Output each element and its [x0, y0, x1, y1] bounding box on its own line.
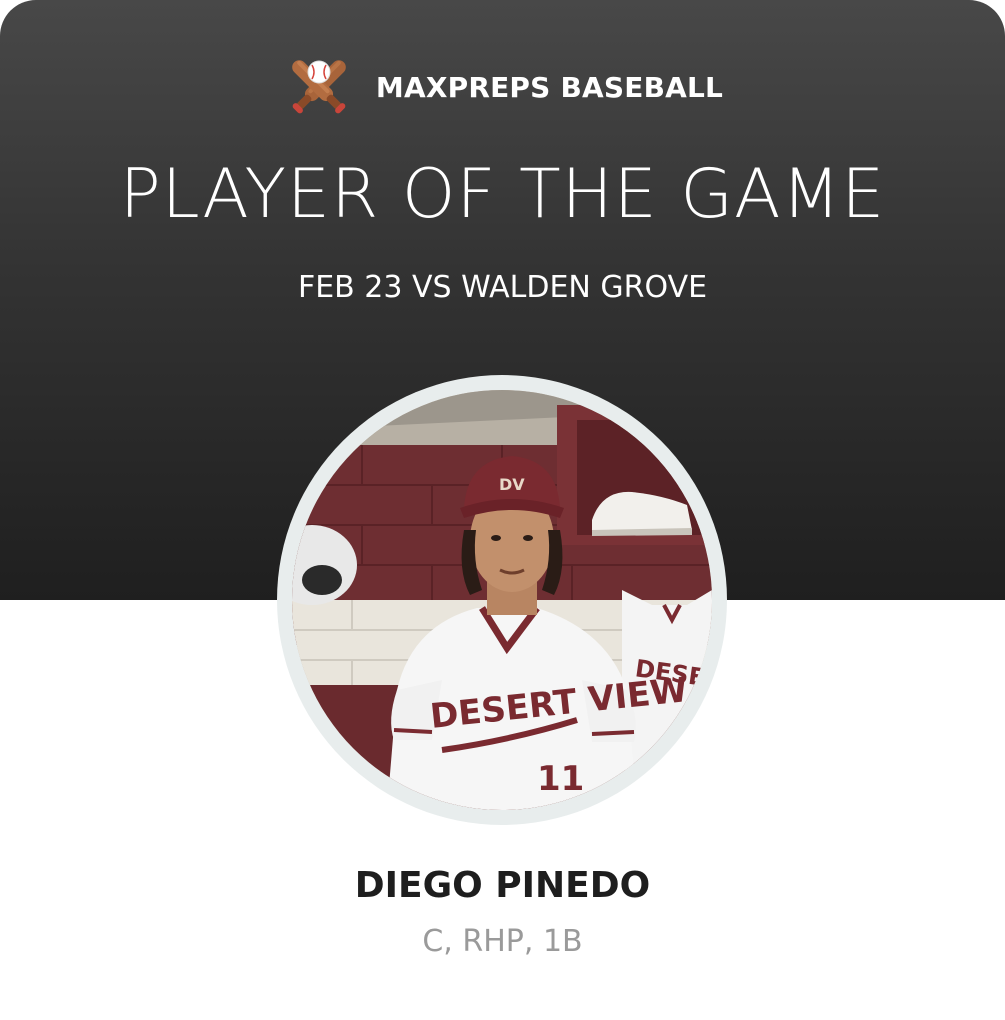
player-of-the-game-card: MAXPREPS BASEBALL PLAYER OF THE GAME FEB…	[0, 0, 1005, 1020]
player-name: DIEGO PINEDO	[354, 865, 651, 906]
player-photo: DESERT V DESERT VIEW 11	[292, 390, 712, 810]
brand-label: MAXPREPS BASEBALL	[375, 70, 724, 104]
player-photo-frame: DESERT V DESERT VIEW 11	[277, 375, 727, 825]
svg-text:DV: DV	[499, 475, 525, 494]
svg-text:11: 11	[537, 759, 584, 799]
brand-header: MAXPREPS BASEBALL	[0, 50, 1005, 124]
player-photo-illustration: DESERT V DESERT VIEW 11	[292, 390, 712, 810]
crossed-bats-baseball-icon	[292, 60, 346, 114]
player-positions: C, RHP, 1B	[422, 924, 583, 959]
game-subtitle: FEB 23 VS WALDEN GROVE	[297, 270, 708, 305]
page-title: PLAYER OF THE GAME	[119, 155, 886, 234]
